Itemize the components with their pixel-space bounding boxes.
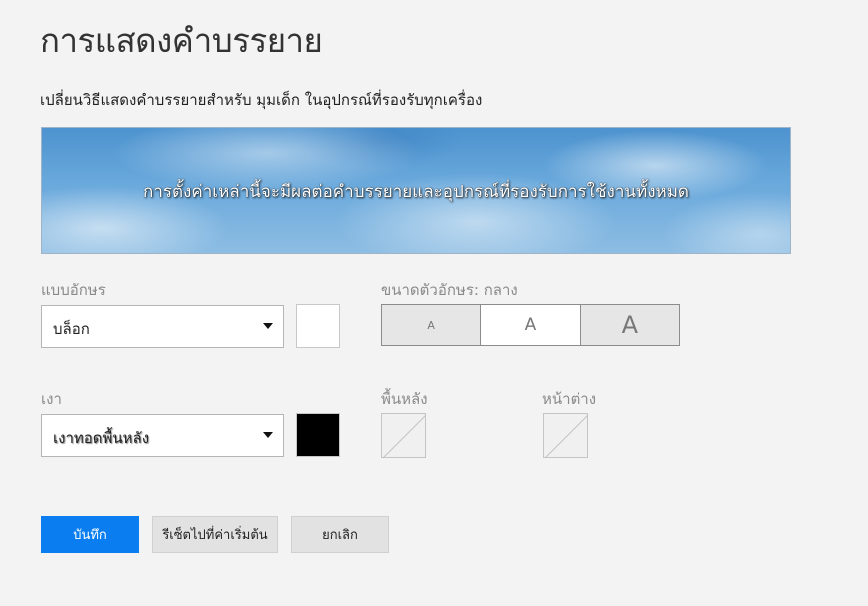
font-color-swatch[interactable] (296, 304, 340, 348)
page-title: การแสดงคำบรรยาย (40, 21, 323, 60)
cancel-button[interactable]: ยกเลิก (291, 516, 389, 553)
save-button[interactable]: บันทึก (41, 516, 139, 553)
shadow-label: เงา (41, 390, 62, 408)
no-color-slash-icon (544, 414, 589, 459)
shadow-color-swatch[interactable] (296, 413, 340, 457)
font-size-small-button[interactable]: A (382, 305, 481, 345)
background-label: พื้นหลัง (381, 390, 428, 408)
font-select[interactable]: บล็อก (41, 305, 284, 348)
preview-text: การตั้งค่าเหล่านี้จะมีผลต่อคำบรรยายและอุ… (143, 182, 689, 202)
font-size-label: ขนาดตัวอักษร: กลาง (381, 281, 518, 299)
subtitle-preview: การตั้งค่าเหล่านี้จะมีผลต่อคำบรรยายและอุ… (41, 127, 791, 254)
page-subtitle: เปลี่ยนวิธีแสดงคำบรรยายสำหรับ มุมเด็ก ใน… (40, 91, 483, 109)
shadow-select[interactable]: เงาทอดพื้นหลัง (41, 414, 284, 457)
window-label: หน้าต่าง (542, 390, 597, 408)
font-label: แบบอักษร (41, 281, 106, 299)
no-color-slash-icon (382, 414, 427, 459)
font-size-selector: A A A (381, 304, 680, 346)
font-size-large-button[interactable]: A (579, 305, 679, 345)
window-color-swatch[interactable] (543, 413, 589, 459)
font-size-medium-button[interactable]: A (480, 305, 580, 345)
subtitle-settings-page: การแสดงคำบรรยาย เปลี่ยนวิธีแสดงคำบรรยายส… (0, 0, 868, 606)
reset-defaults-button[interactable]: รีเซ็ตไปที่ค่าเริ่มต้น (152, 516, 278, 553)
chevron-down-icon (263, 323, 273, 329)
background-color-swatch[interactable] (381, 413, 427, 459)
font-select-value: บล็อก (53, 320, 90, 338)
chevron-down-icon (263, 432, 273, 438)
shadow-select-value: เงาทอดพื้นหลัง (53, 429, 150, 447)
